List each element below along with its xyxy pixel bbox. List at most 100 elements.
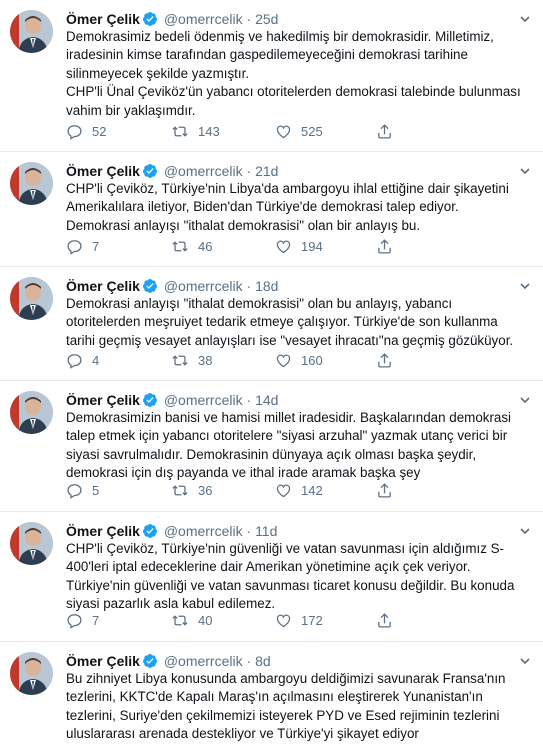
author-name[interactable]: Ömer Çelik [66,163,140,179]
retweet-button[interactable]: 46 [171,237,212,257]
retweet-button[interactable]: 36 [171,481,212,501]
tweet-time[interactable]: 21d [255,163,278,179]
retweet-count: 36 [198,483,213,498]
separator-dot: · [246,278,252,294]
reply-button[interactable]: 4 [66,351,99,371]
tweet[interactable]: Ömer Çelik @omerrcelik · 14d Demokrasimi… [0,381,543,512]
tweet-time[interactable]: 8d [255,653,271,669]
like-button[interactable]: 160 [275,351,323,371]
retweet-icon [172,355,188,366]
tweet-header: Ömer Çelik @omerrcelik · 18d [66,276,533,296]
separator-dot: · [246,392,252,408]
author-handle[interactable]: @omerrcelik [164,11,243,27]
author-name[interactable]: Ömer Çelik [66,653,140,669]
tweet-actions: 52 143 525 [66,122,466,142]
tweet-header: Ömer Çelik @omerrcelik · 8d [66,651,533,671]
tweet-actions: 4 38 160 [66,351,466,371]
reply-icon [67,240,82,255]
tweet-text: Bu zihniyet Libya konusunda ambargoyu de… [66,671,506,742]
reply-button[interactable]: 7 [66,611,99,631]
reply-icon [67,484,82,499]
retweet-count: 40 [198,613,213,628]
chevron-down-icon[interactable] [517,390,533,410]
tweet-text: CHP'li Çeviköz, Türkiye'nin Libya'da amb… [66,181,509,233]
like-icon [276,484,291,498]
reply-count: 7 [92,613,100,628]
tweet-time[interactable]: 11d [255,523,277,539]
author-handle[interactable]: @omerrcelik [164,653,243,669]
tweet-text: Demokrasimiz bedeli ödenmiş ve hakedilmi… [66,29,521,118]
tweet[interactable]: Ömer Çelik @omerrcelik · 21d CHP'li Çevi… [0,152,543,267]
share-button[interactable] [376,237,393,257]
tweet-header: Ömer Çelik @omerrcelik · 21d [66,161,533,181]
avatar[interactable] [10,10,53,53]
like-button[interactable]: 172 [275,611,323,631]
reply-button[interactable]: 5 [66,481,99,501]
avatar[interactable] [10,522,53,565]
like-icon [276,614,291,628]
chevron-down-icon[interactable] [517,161,533,181]
share-button[interactable] [376,351,393,371]
like-icon [276,125,291,139]
reply-button[interactable]: 7 [66,237,99,257]
share-button[interactable] [376,122,393,142]
chevron-down-icon[interactable] [517,9,533,29]
like-button[interactable]: 142 [275,481,323,501]
reply-icon [67,354,82,369]
share-icon [378,353,391,368]
retweet-count: 46 [198,239,213,254]
reply-count: 4 [92,353,100,368]
reply-count: 52 [92,124,107,139]
tweet-time[interactable]: 14d [255,392,278,408]
retweet-button[interactable]: 38 [171,351,212,371]
share-icon [378,124,391,139]
author-handle[interactable]: @omerrcelik [164,392,243,408]
avatar[interactable] [10,277,53,320]
tweet[interactable]: Ömer Çelik @omerrcelik · 11d CHP'li Çevi… [0,512,543,642]
like-button[interactable]: 525 [275,122,323,142]
share-icon [378,483,391,498]
author-handle[interactable]: @omerrcelik [164,163,243,179]
retweet-icon [172,615,188,626]
avatar[interactable] [10,652,53,695]
avatar[interactable] [10,391,53,434]
separator-dot: · [246,11,252,27]
reply-button[interactable]: 52 [66,122,106,142]
like-icon [276,240,291,254]
like-icon [276,354,291,368]
like-count: 525 [301,124,323,139]
share-icon [378,613,391,628]
reply-icon [67,614,82,629]
tweet-text: Demokrasi anlayışı "ithalat demokrasisi"… [66,296,514,348]
chevron-down-icon[interactable] [517,651,533,671]
tweet-header: Ömer Çelik @omerrcelik · 14d [66,390,533,410]
retweet-icon [172,126,188,137]
tweet-header: Ömer Çelik @omerrcelik · 11d [66,521,533,541]
tweet-actions: 7 46 194 [66,237,466,257]
share-button[interactable] [376,481,393,501]
tweet[interactable]: Ömer Çelik @omerrcelik · 8d Bu zihniyet … [0,642,543,744]
author-handle[interactable]: @omerrcelik [164,278,243,294]
share-icon [378,239,391,254]
chevron-down-icon[interactable] [517,276,533,296]
author-name[interactable]: Ömer Çelik [66,392,140,408]
tweet-time[interactable]: 25d [255,11,278,27]
like-count: 172 [301,613,323,628]
separator-dot: · [246,653,252,669]
retweet-button[interactable]: 40 [171,611,212,631]
tweet-time[interactable]: 18d [255,278,278,294]
like-count: 194 [301,239,323,254]
like-button[interactable]: 194 [275,237,323,257]
tweet[interactable]: Ömer Çelik @omerrcelik · 25d Demokrasimi… [0,0,543,152]
tweet[interactable]: Ömer Çelik @omerrcelik · 18d Demokrasi a… [0,267,543,381]
reply-count: 5 [92,483,100,498]
reply-count: 7 [92,239,100,254]
author-name[interactable]: Ömer Çelik [66,278,140,294]
retweet-button[interactable]: 143 [171,122,220,142]
avatar[interactable] [10,162,53,205]
author-name[interactable]: Ömer Çelik [66,11,140,27]
author-handle[interactable]: @omerrcelik [164,523,243,539]
share-button[interactable] [376,611,393,631]
chevron-down-icon[interactable] [517,521,533,541]
author-name[interactable]: Ömer Çelik [66,523,140,539]
